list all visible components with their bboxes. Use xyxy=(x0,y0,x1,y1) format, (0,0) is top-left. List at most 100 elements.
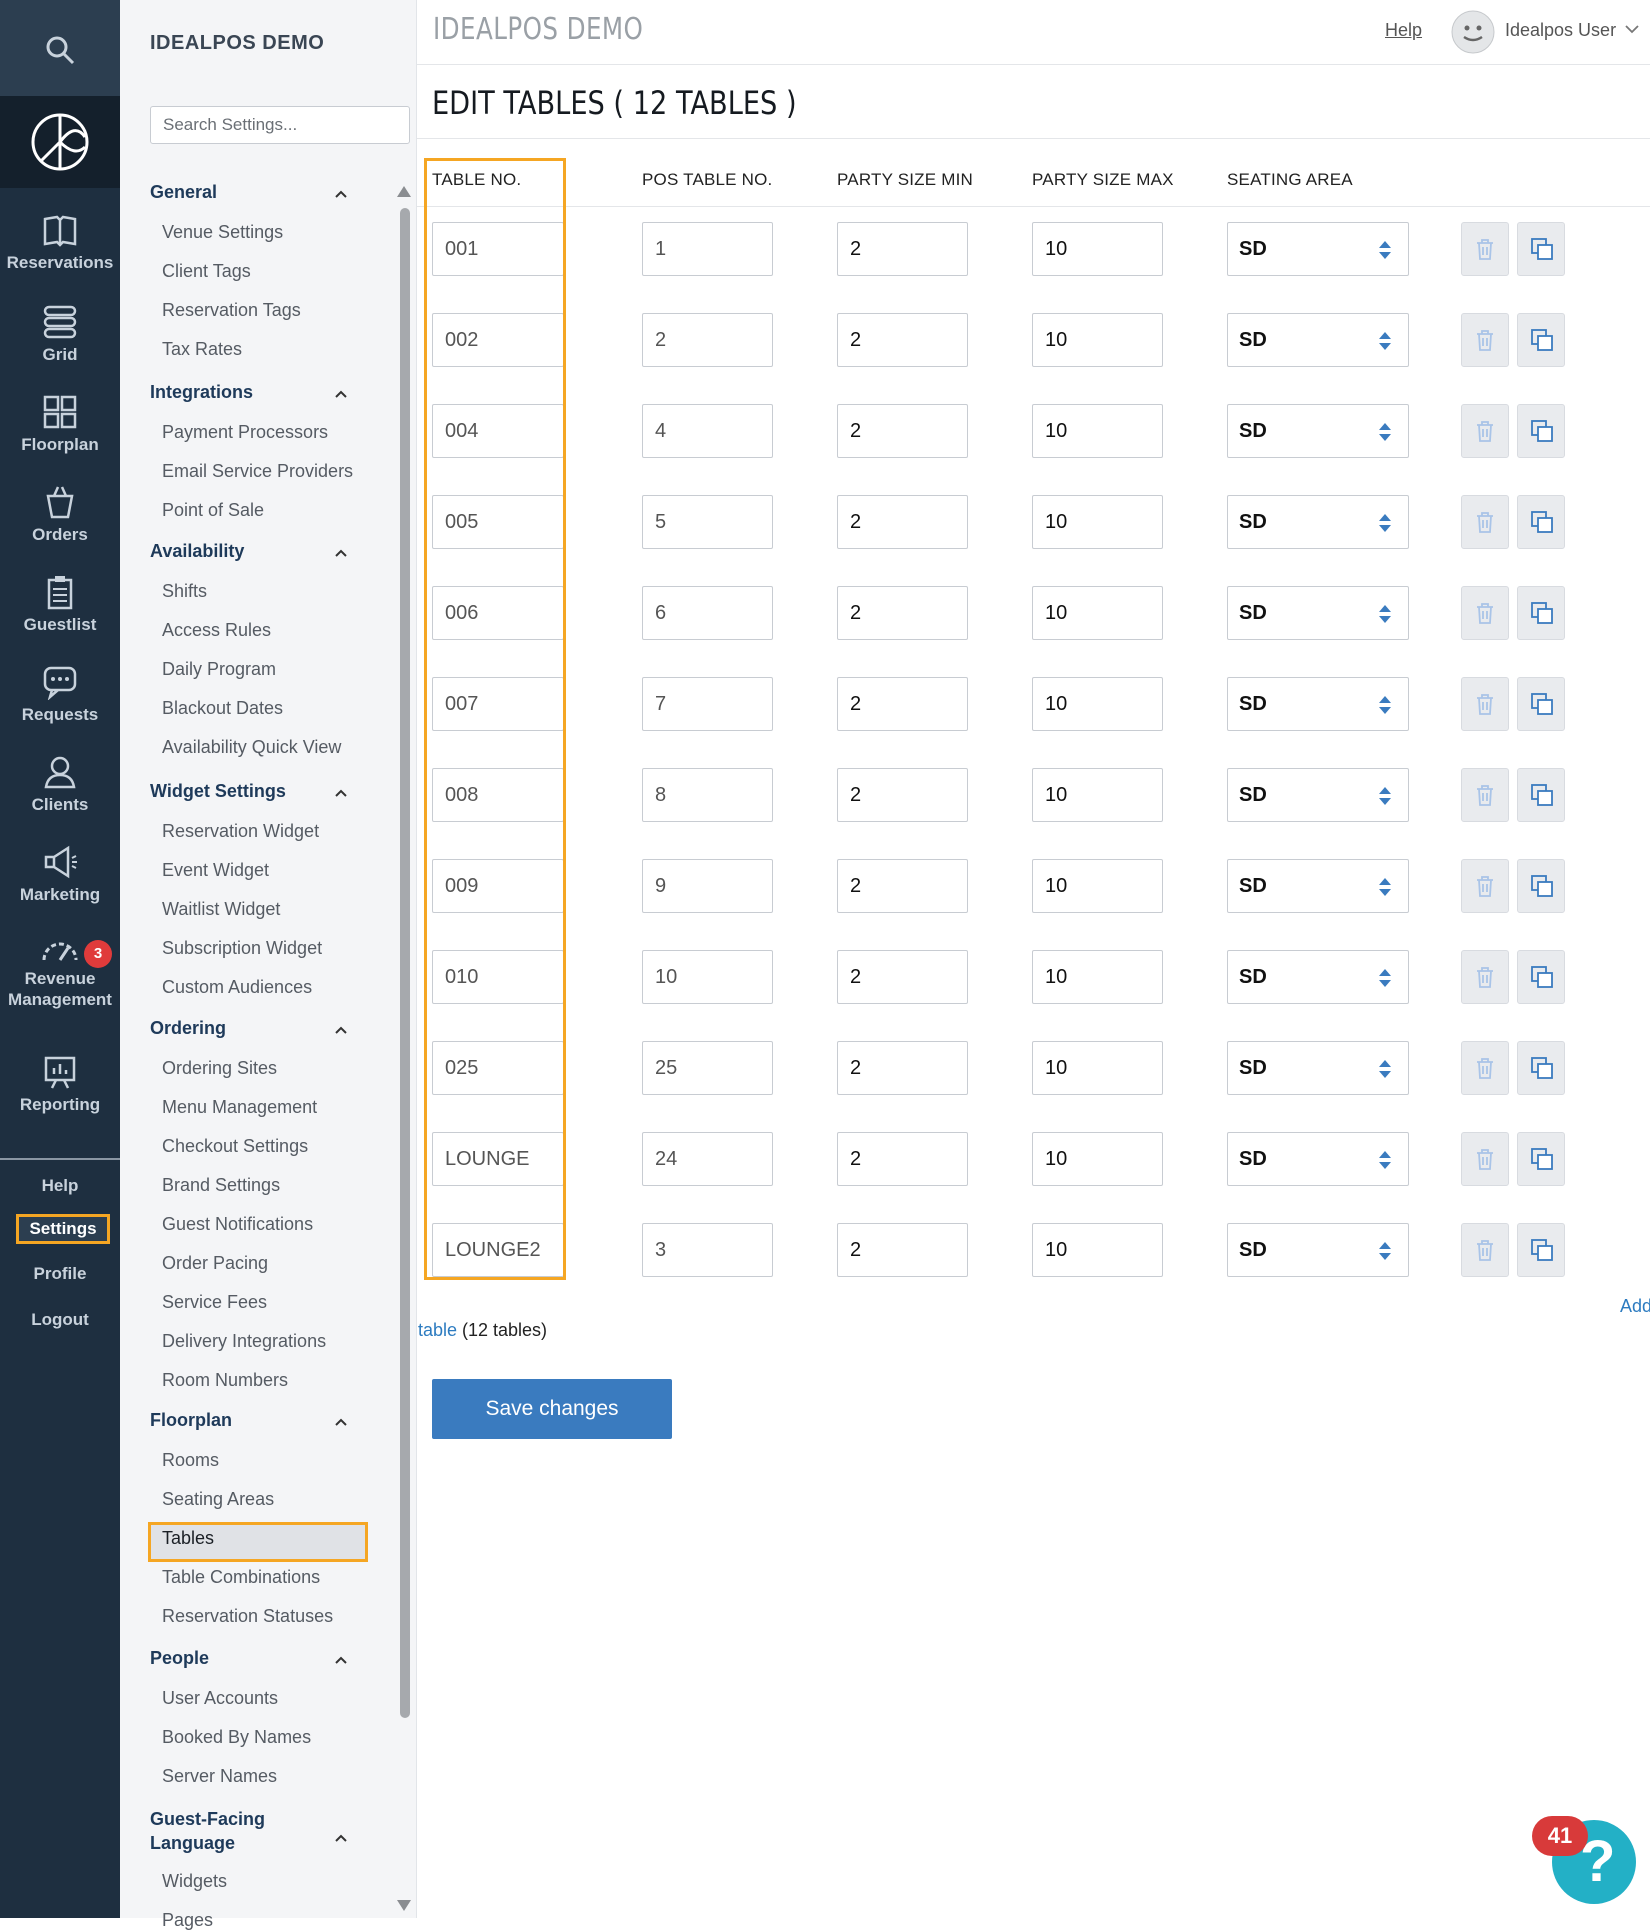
seating-area-select[interactable]: SD xyxy=(1227,404,1409,458)
seating-area-select[interactable]: SD xyxy=(1227,768,1409,822)
avatar-icon[interactable] xyxy=(1451,10,1495,54)
sidebar-item-5-1[interactable]: Seating Areas xyxy=(162,1489,274,1510)
delete-table-button[interactable] xyxy=(1461,313,1509,367)
seating-area-select[interactable]: SD xyxy=(1227,313,1409,367)
add-table-link[interactable]: Add xyxy=(1620,1296,1650,1317)
add-table-link-continued[interactable]: table xyxy=(418,1320,457,1341)
pos-table-no-input[interactable] xyxy=(642,313,773,367)
party-size-min-input[interactable] xyxy=(837,586,968,640)
sidebar-group-5[interactable]: Floorplan xyxy=(150,1410,360,1431)
duplicate-table-button[interactable] xyxy=(1517,950,1565,1004)
seating-area-select[interactable]: SD xyxy=(1227,1132,1409,1186)
party-size-min-input[interactable] xyxy=(837,404,968,458)
delete-table-button[interactable] xyxy=(1461,1132,1509,1186)
sidebar-item-5-2[interactable]: Tables xyxy=(162,1528,214,1549)
duplicate-table-button[interactable] xyxy=(1517,404,1565,458)
user-menu[interactable]: Idealpos User xyxy=(1505,20,1616,41)
sidebar-item-5-0[interactable]: Rooms xyxy=(162,1450,219,1471)
settings-search-input[interactable] xyxy=(150,106,410,144)
party-size-max-input[interactable] xyxy=(1032,1132,1163,1186)
pos-table-no-input[interactable] xyxy=(642,1132,773,1186)
party-size-min-input[interactable] xyxy=(837,313,968,367)
sidebar-item-7-1[interactable]: Pages xyxy=(162,1910,213,1931)
delete-table-button[interactable] xyxy=(1461,677,1509,731)
party-size-max-input[interactable] xyxy=(1032,768,1163,822)
sidebar-group-7[interactable]: Guest-Facing Language xyxy=(150,1807,290,1855)
sidebar-item-7-0[interactable]: Widgets xyxy=(162,1871,227,1892)
chevron-up-icon[interactable] xyxy=(334,187,348,201)
seating-area-select[interactable]: SD xyxy=(1227,677,1409,731)
delete-table-button[interactable] xyxy=(1461,1223,1509,1277)
pos-table-no-input[interactable] xyxy=(642,404,773,458)
party-size-min-input[interactable] xyxy=(837,495,968,549)
party-size-min-input[interactable] xyxy=(837,768,968,822)
scroll-down-arrow[interactable] xyxy=(397,1900,411,1911)
party-size-max-input[interactable] xyxy=(1032,222,1163,276)
party-size-min-input[interactable] xyxy=(837,859,968,913)
chevron-up-icon[interactable] xyxy=(334,1653,348,1667)
duplicate-table-button[interactable] xyxy=(1517,586,1565,640)
duplicate-table-button[interactable] xyxy=(1517,768,1565,822)
seating-area-select[interactable]: SD xyxy=(1227,950,1409,1004)
seating-area-select[interactable]: SD xyxy=(1227,859,1409,913)
duplicate-table-button[interactable] xyxy=(1517,1132,1565,1186)
seating-area-select[interactable]: SD xyxy=(1227,1223,1409,1277)
duplicate-table-button[interactable] xyxy=(1517,859,1565,913)
scroll-up-arrow[interactable] xyxy=(397,186,411,197)
duplicate-table-button[interactable] xyxy=(1517,1223,1565,1277)
pos-table-no-input[interactable] xyxy=(642,950,773,1004)
seating-area-select[interactable]: SD xyxy=(1227,1041,1409,1095)
delete-table-button[interactable] xyxy=(1461,404,1509,458)
pos-table-no-input[interactable] xyxy=(642,586,773,640)
chevron-up-icon[interactable] xyxy=(334,1415,348,1429)
nav-search-button[interactable] xyxy=(0,0,120,96)
duplicate-table-button[interactable] xyxy=(1517,313,1565,367)
delete-table-button[interactable] xyxy=(1461,859,1509,913)
seating-area-select[interactable]: SD xyxy=(1227,586,1409,640)
sidebar-item-6-2[interactable]: Server Names xyxy=(162,1766,277,1787)
sidebar-item-5-3[interactable]: Table Combinations xyxy=(162,1567,320,1588)
party-size-min-input[interactable] xyxy=(837,222,968,276)
pos-table-no-input[interactable] xyxy=(642,495,773,549)
party-size-min-input[interactable] xyxy=(837,950,968,1004)
party-size-min-input[interactable] xyxy=(837,1223,968,1277)
party-size-max-input[interactable] xyxy=(1032,1223,1163,1277)
pos-table-no-input[interactable] xyxy=(642,1223,773,1277)
save-changes-button[interactable]: Save changes xyxy=(432,1379,672,1439)
help-link[interactable]: Help xyxy=(1385,20,1422,41)
party-size-max-input[interactable] xyxy=(1032,404,1163,458)
party-size-min-input[interactable] xyxy=(837,677,968,731)
pos-table-no-input[interactable] xyxy=(642,859,773,913)
delete-table-button[interactable] xyxy=(1461,222,1509,276)
seating-area-select[interactable]: SD xyxy=(1227,495,1409,549)
pos-table-no-input[interactable] xyxy=(642,768,773,822)
chevron-down-icon[interactable] xyxy=(1625,24,1639,34)
delete-table-button[interactable] xyxy=(1461,495,1509,549)
party-size-max-input[interactable] xyxy=(1032,586,1163,640)
pos-table-no-input[interactable] xyxy=(642,222,773,276)
duplicate-table-button[interactable] xyxy=(1517,677,1565,731)
pos-table-no-input[interactable] xyxy=(642,677,773,731)
sidebar-item-6-0[interactable]: User Accounts xyxy=(162,1688,278,1709)
sidebar-item-5-4[interactable]: Reservation Statuses xyxy=(162,1606,333,1627)
party-size-max-input[interactable] xyxy=(1032,677,1163,731)
chevron-up-icon[interactable] xyxy=(334,1831,348,1845)
duplicate-table-button[interactable] xyxy=(1517,495,1565,549)
delete-table-button[interactable] xyxy=(1461,950,1509,1004)
duplicate-table-button[interactable] xyxy=(1517,1041,1565,1095)
party-size-min-input[interactable] xyxy=(837,1041,968,1095)
sidebar-item-6-1[interactable]: Booked By Names xyxy=(162,1727,311,1748)
delete-table-button[interactable] xyxy=(1461,1041,1509,1095)
delete-table-button[interactable] xyxy=(1461,768,1509,822)
sidebar-group-0[interactable]: General xyxy=(150,182,360,203)
party-size-max-input[interactable] xyxy=(1032,1041,1163,1095)
delete-table-button[interactable] xyxy=(1461,586,1509,640)
party-size-min-input[interactable] xyxy=(837,1132,968,1186)
party-size-max-input[interactable] xyxy=(1032,495,1163,549)
seating-area-select[interactable]: SD xyxy=(1227,222,1409,276)
pos-table-no-input[interactable] xyxy=(642,1041,773,1095)
sidebar-group-6[interactable]: People xyxy=(150,1648,360,1669)
sidebar-item-4-8[interactable]: Room Numbers xyxy=(162,1370,288,1391)
brand-logo[interactable] xyxy=(0,96,120,188)
party-size-max-input[interactable] xyxy=(1032,859,1163,913)
